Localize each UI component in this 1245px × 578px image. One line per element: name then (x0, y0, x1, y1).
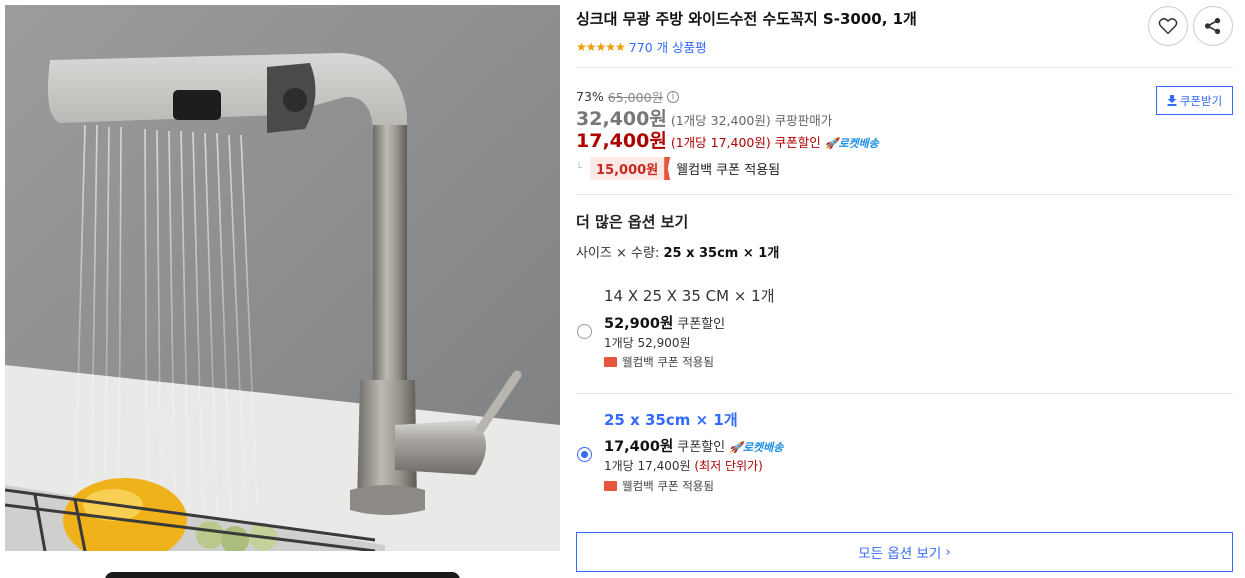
share-icon (1204, 17, 1221, 35)
heart-icon (1158, 18, 1178, 35)
option-unit-price: 1개당 17,400원 (604, 459, 691, 473)
coupon-download-label: 쿠폰받기 (1179, 93, 1223, 108)
info-icon[interactable]: i (667, 90, 680, 103)
download-icon (1167, 95, 1177, 106)
option-name: 25 x 35cm × 1개 (604, 411, 738, 429)
divider (576, 393, 1233, 394)
star-rating: ★★★★★ (576, 39, 626, 54)
product-title: 싱크대 무광 주방 와이드수전 수도꼭지 S-3000, 1개 (576, 10, 917, 28)
corner-icon: └ (576, 163, 583, 174)
option-radio[interactable] (577, 324, 592, 339)
discount-rate: 73% (576, 89, 604, 104)
all-options-button[interactable]: 모든 옵션 보기 › (576, 532, 1233, 572)
size-value: 25 x 35cm × 1개 (663, 246, 780, 261)
rating: ★★★★★ 770 개 상품평 (576, 37, 707, 56)
option-discount-label: 쿠폰할인 (677, 317, 726, 332)
product-image[interactable] (5, 5, 560, 551)
size-label: 사이즈 × 수량: (576, 246, 660, 261)
all-options-label: 모든 옵션 보기 (858, 546, 942, 562)
option-item[interactable]: 14 X 25 X 35 CM × 1개 52,900원 쿠폰할인 1개당 52… (576, 280, 1233, 392)
welcome-coupon-amount: 15,000원 (590, 157, 665, 180)
coupon-price: 17,400원 (576, 130, 667, 152)
coupon-label: 쿠폰할인 (774, 135, 821, 150)
faucet-illustration (5, 5, 560, 551)
option-unit-price-row: 1개당 17,400원 (최저 단위가) (604, 457, 763, 474)
lowest-unit-note: (최저 단위가) (694, 459, 763, 473)
size-quantity-row: 사이즈 × 수량: 25 x 35cm × 1개 (576, 242, 779, 261)
option-unit-price: 1개당 52,900원 (604, 336, 691, 350)
review-count-link[interactable]: 770 개 상품평 (629, 37, 707, 56)
option-price: 17,400원 (604, 439, 674, 455)
option-coupon-row: 웰컴백 쿠폰 적용됨 (604, 478, 714, 494)
option-price: 52,900원 (604, 316, 674, 332)
option-discount-label: 쿠폰할인 (677, 440, 726, 455)
share-button[interactable] (1193, 6, 1233, 46)
thumbnail-strip[interactable] (105, 572, 460, 578)
more-options-heading: 더 많은 옵션 보기 (576, 213, 689, 231)
option-price-row: 17,400원 쿠폰할인 🚀로켓배송 (604, 435, 783, 456)
option-item-selected[interactable]: 25 x 35cm × 1개 17,400원 쿠폰할인 🚀로켓배송 1개당 17… (576, 404, 1233, 516)
coupon-price-row: 17,400원 (1개당 17,400원) 쿠폰할인 🚀로켓배송 (576, 126, 879, 153)
coupon-icon (604, 481, 617, 491)
divider (576, 67, 1233, 68)
divider (576, 194, 1233, 195)
rocket-delivery-badge: 🚀로켓배송 (729, 441, 784, 454)
option-coupon-text: 웰컴백 쿠폰 적용됨 (622, 355, 714, 369)
coupon-unit-price: (1개당 17,400원) (670, 135, 771, 150)
option-price-row: 52,900원 쿠폰할인 (604, 312, 725, 333)
welcome-coupon-row: └ 15,000원 웰컴백 쿠폰 적용됨 (576, 157, 780, 180)
wishlist-button[interactable] (1148, 6, 1188, 46)
option-coupon-row: 웰컴백 쿠폰 적용됨 (604, 354, 714, 370)
welcome-coupon-text: 웰컴백 쿠폰 적용됨 (676, 163, 781, 178)
option-radio-checked[interactable] (577, 447, 592, 462)
rocket-delivery-badge: 🚀로켓배송 (824, 137, 879, 150)
option-coupon-text: 웰컴백 쿠폰 적용됨 (622, 479, 714, 493)
coupon-icon (604, 357, 617, 367)
option-name: 14 X 25 X 35 CM × 1개 (604, 287, 775, 305)
coupon-download-button[interactable]: 쿠폰받기 (1156, 86, 1233, 115)
chevron-right-icon: › (945, 544, 951, 560)
